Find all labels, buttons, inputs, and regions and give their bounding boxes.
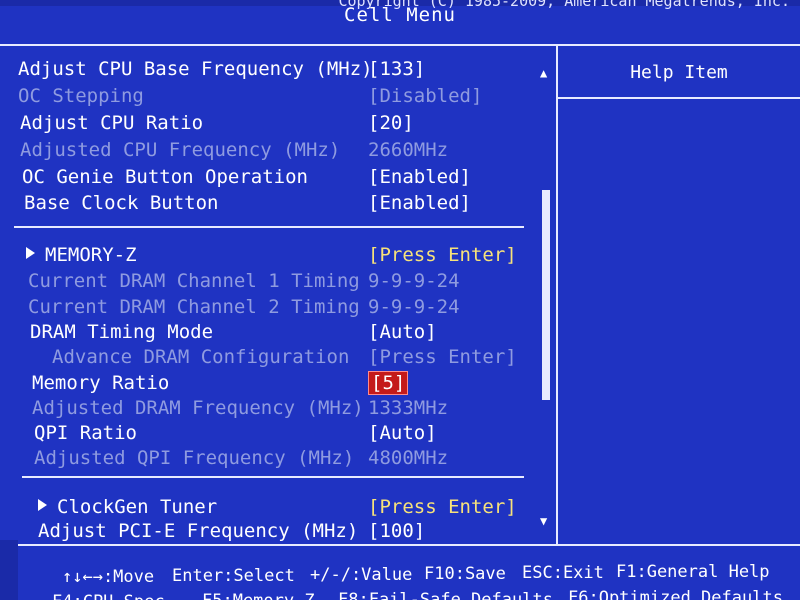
scroll-down-arrow-icon[interactable]: ▼ — [540, 514, 547, 528]
submenu-memory-z[interactable]: MEMORY-Z [Press Enter] — [0, 244, 530, 270]
section-separator — [14, 226, 524, 228]
submenu-arrow-icon — [26, 247, 35, 259]
help-panel-title: Help Item — [630, 62, 728, 83]
setting-qpi-ratio[interactable]: QPI Ratio [Auto] — [0, 422, 530, 448]
setting-label: MEMORY-Z — [45, 244, 137, 266]
bios-screen: Copyright (C) 1985-2009, American Megatr… — [0, 0, 800, 600]
setting-value[interactable]: [100] — [368, 520, 425, 542]
setting-value[interactable]: [20] — [368, 112, 414, 134]
setting-label: Adjust PCI-E Frequency (MHz) — [38, 520, 359, 542]
setting-value[interactable]: [Enabled] — [368, 192, 471, 214]
setting-oc-stepping: OC Stepping [Disabled] — [0, 85, 530, 111]
setting-label: Adjust CPU Ratio — [20, 112, 204, 134]
setting-value: 4800MHz — [368, 447, 449, 469]
key-hint-select: Enter:Select — [172, 566, 295, 586]
key-hint-optimized-defaults: F6:Optimized Defaults — [568, 588, 783, 600]
key-hint-move: ↑↓←→:Move — [62, 567, 155, 587]
key-hint-failsafe-defaults: F8:Fail-Safe Defaults — [338, 590, 553, 600]
setting-value: 1333MHz — [368, 397, 449, 419]
setting-label: DRAM Timing Mode — [30, 321, 214, 343]
setting-base-clock-button[interactable]: Base Clock Button [Enabled] — [0, 192, 530, 218]
setting-oc-genie-button[interactable]: OC Genie Button Operation [Enabled] — [0, 166, 530, 192]
setting-adjusted-dram-frequency: Adjusted DRAM Frequency (MHz) 1333MHz — [0, 397, 530, 423]
setting-adjusted-cpu-frequency: Adjusted CPU Frequency (MHz) 2660MHz — [0, 139, 530, 165]
scroll-up-arrow-icon[interactable]: ▲ — [540, 66, 547, 80]
setting-label: OC Genie Button Operation — [22, 166, 308, 188]
key-hint-value: +/-/:Value — [310, 565, 413, 585]
setting-label: Adjusted CPU Frequency (MHz) — [20, 139, 341, 161]
key-hint-general-help: F1:General Help — [616, 562, 770, 582]
setting-value: 9-9-9-24 — [368, 296, 460, 318]
setting-label: QPI Ratio — [34, 422, 137, 444]
setting-value: 9-9-9-24 — [368, 270, 460, 292]
setting-label: ClockGen Tuner — [57, 496, 218, 518]
key-legend: ↑↓←→:Move Enter:Select +/-/:Value F10:Sa… — [0, 548, 800, 600]
setting-label: Adjusted DRAM Frequency (MHz) — [32, 397, 364, 419]
scrollbar-thumb[interactable] — [542, 190, 550, 400]
setting-cpu-base-frequency[interactable]: Adjust CPU Base Frequency (MHz) [133] — [0, 58, 530, 84]
setting-cpu-ratio[interactable]: Adjust CPU Ratio [20] — [0, 112, 530, 138]
setting-label: OC Stepping — [18, 85, 144, 107]
setting-label: Adjusted QPI Frequency (MHz) — [34, 447, 355, 469]
panel-divider — [556, 44, 558, 544]
setting-value[interactable]: [Press Enter] — [368, 496, 517, 518]
setting-value[interactable]: [Auto] — [368, 422, 437, 444]
setting-label: Memory Ratio — [32, 372, 170, 394]
setting-label: Adjust CPU Base Frequency (MHz) — [18, 58, 373, 80]
key-hint-exit: ESC:Exit — [522, 563, 604, 583]
setting-pci-e-frequency[interactable]: Adjust PCI-E Frequency (MHz) [100] — [0, 520, 530, 546]
page-title: Cell Menu — [344, 4, 456, 26]
selected-setting-value[interactable]: [5] — [368, 371, 409, 395]
setting-label: Advance DRAM Configuration — [52, 346, 350, 368]
setting-memory-ratio[interactable]: Memory Ratio [5] — [0, 371, 530, 398]
submenu-advance-dram-configuration: Advance DRAM Configuration [Press Enter] — [0, 346, 530, 372]
section-separator — [22, 476, 524, 478]
setting-value[interactable]: [Auto] — [368, 321, 437, 343]
setting-value[interactable]: [133] — [368, 58, 425, 80]
setting-value[interactable]: [Enabled] — [368, 166, 471, 188]
setting-dram-channel-2-timing: Current DRAM Channel 2 Timing 9-9-9-24 — [0, 296, 530, 322]
submenu-clockgen-tuner[interactable]: ClockGen Tuner [Press Enter] — [0, 496, 530, 522]
submenu-arrow-icon — [38, 499, 47, 511]
setting-label: Current DRAM Channel 2 Timing — [28, 296, 360, 318]
key-hint-save: F10:Save — [424, 564, 506, 584]
setting-dram-timing-mode[interactable]: DRAM Timing Mode [Auto] — [0, 321, 530, 347]
setting-label: Current DRAM Channel 1 Timing — [28, 270, 360, 292]
key-hint-cpu-spec: F4:CPU Spec — [52, 592, 165, 600]
help-panel-separator — [558, 97, 800, 99]
setting-value: 2660MHz — [368, 139, 449, 161]
setting-dram-channel-1-timing: Current DRAM Channel 1 Timing 9-9-9-24 — [0, 270, 530, 296]
setting-value: [Press Enter] — [368, 346, 517, 368]
setting-adjusted-qpi-frequency: Adjusted QPI Frequency (MHz) 4800MHz — [0, 447, 530, 473]
key-hint-memory-z: F5:Memory-Z — [202, 591, 315, 600]
setting-label: Base Clock Button — [24, 192, 219, 214]
setting-value: [Disabled] — [368, 85, 483, 107]
setting-value[interactable]: [Press Enter] — [368, 244, 517, 266]
